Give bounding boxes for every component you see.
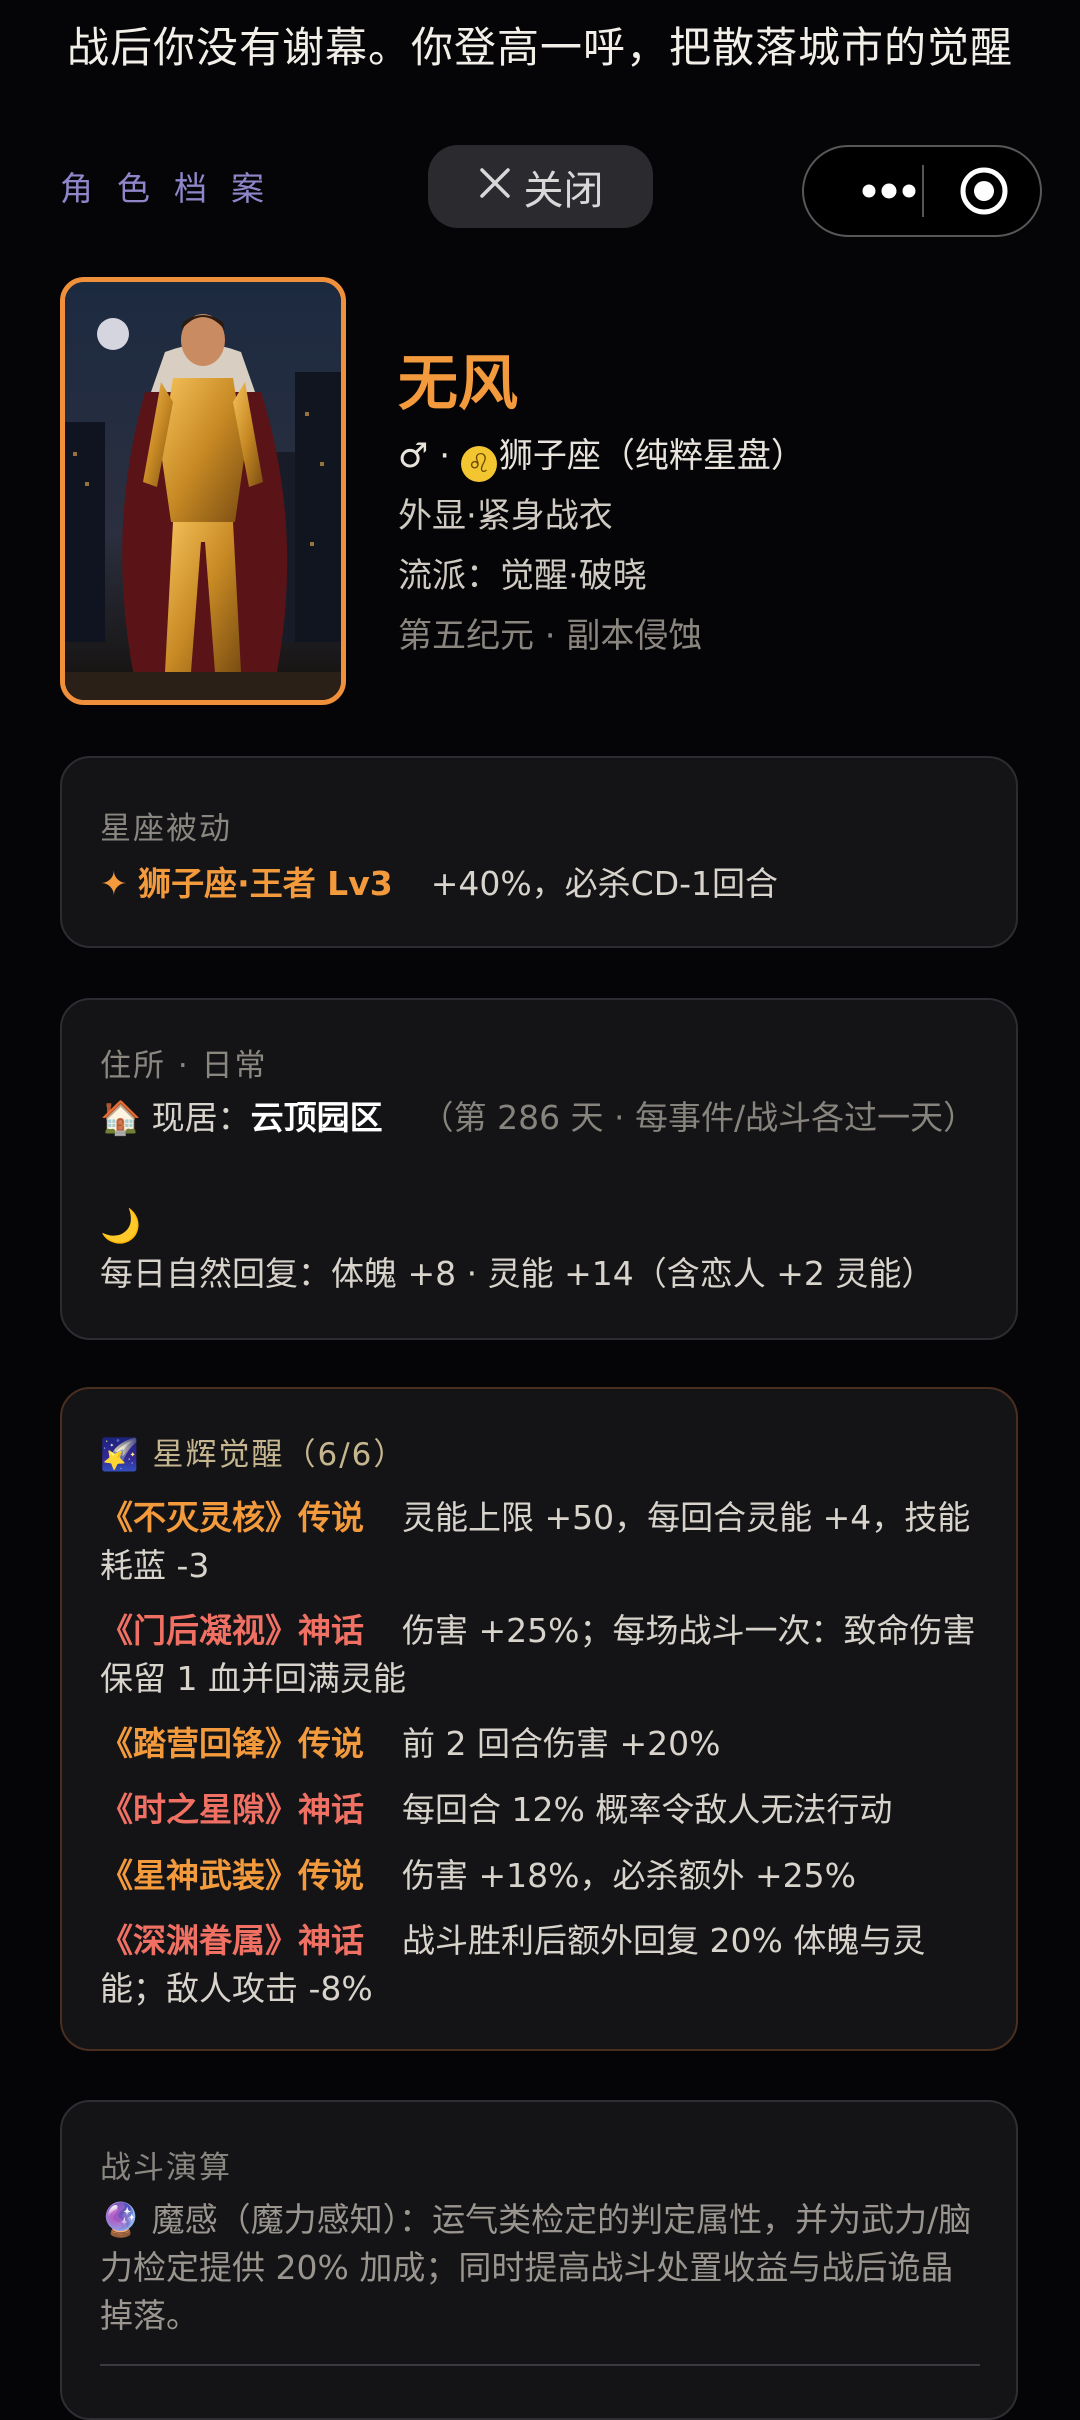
separator-dot: · [439, 436, 451, 476]
star-awakening-card: 🌠 星辉觉醒（6/6） 《不灭灵核》传说 灵能上限 +50，每回合灵能 +4，技能… [60, 1387, 1018, 2051]
recovery-row: 🌙 每日自然回复：体魄 +8 · 灵能 +14（含恋人 +2 灵能） [100, 1202, 980, 1298]
awakening-name: 《踏营回锋》传说 [100, 1724, 364, 1763]
appearance-line: 外显·紧身战衣 [398, 496, 613, 536]
divider [100, 2364, 980, 2366]
residence-row: 🏠 现居：云顶园区 （第 286 天 · 每事件/战斗各过一天） [100, 1094, 980, 1142]
era-line: 第五纪元 · 副本侵蚀 [398, 616, 703, 656]
section-label: 角色档案 [60, 169, 288, 208]
crystal-ball-icon: 🔮 [100, 2200, 142, 2239]
card-title: 住所 · 日常 [100, 1048, 268, 1084]
battle-text: 魔感（魔力感知）：运气类检定的判定属性，并为武力/脑力检定提供 20% 加成；同… [100, 2200, 972, 2335]
home-note: （第 286 天 · 每事件/战斗各过一天） [420, 1098, 977, 1137]
passive-row: ✦ 狮子座·王者 Lv3 +40%，必杀CD-1回合 [100, 860, 980, 908]
battle-desc: 🔮 魔感（魔力感知）：运气类检定的判定属性，并为武力/脑力检定提供 20% 加成… [100, 2196, 980, 2340]
school-line: 流派：觉醒·破晓 [398, 556, 647, 596]
awakening-effect: 前 2 回合伤害 +20% [402, 1724, 721, 1763]
awakening-name: 《不灭灵核》传说 [100, 1498, 364, 1537]
more-icon[interactable] [834, 147, 944, 235]
list-item: 《深渊眷属》神话 战斗胜利后额外回复 20% 体魄与灵能；敌人攻击 -8% [100, 1917, 980, 2013]
battle-calc-card: 战斗演算 🔮 魔感（魔力感知）：运气类检定的判定属性，并为武力/脑力检定提供 2… [60, 2100, 1018, 2420]
zodiac-text: 狮子座（纯粹星盘） [498, 436, 805, 476]
passive-skill-name: 狮子座·王者 Lv3 [138, 864, 393, 903]
passive-effect: +40%，必杀CD-1回合 [430, 864, 779, 903]
close-icon [478, 164, 512, 210]
close-button[interactable]: 关闭 [428, 145, 653, 228]
awakening-title: 星辉觉醒（6/6） [152, 1437, 407, 1473]
exit-target-icon[interactable] [939, 147, 1029, 235]
home-label: 现居： [151, 1098, 251, 1137]
awakening-effect: 伤害 +18%，必杀额外 +25% [402, 1856, 856, 1895]
awakening-name: 《星神武装》传说 [100, 1856, 364, 1895]
list-item: 《门后凝视》神话 伤害 +25%；每场战斗一次：致命伤害保留 1 血并回满灵能 [100, 1607, 980, 1703]
gender-zodiac-line: ♂ · ♌ 狮子座（纯粹星盘） [398, 428, 805, 482]
shooting-star-icon: 🌠 [100, 1437, 141, 1473]
house-icon: 🏠 [100, 1098, 142, 1137]
leo-zodiac-icon: ♌ [460, 446, 497, 482]
home-name: 云顶园区 [250, 1098, 383, 1137]
miniprogram-capsule [802, 145, 1042, 237]
capsule-divider [922, 165, 924, 217]
awakening-name: 《门后凝视》神话 [100, 1611, 364, 1650]
sparkle-icon: ✦ [100, 864, 128, 903]
list-item: 《踏营回锋》传说前 2 回合伤害 +20% [100, 1720, 980, 1768]
awakening-name: 《时之星隙》神话 [100, 1790, 364, 1829]
card-title: 战斗演算 [100, 2150, 232, 2186]
awakening-name: 《深渊眷属》神话 [100, 1921, 364, 1960]
recovery-text: 每日自然回复：体魄 +8 · 灵能 +14（含恋人 +2 灵能） [100, 1254, 935, 1293]
card-title: 🌠 星辉觉醒（6/6） [100, 1429, 406, 1474]
awakening-effect: 每回合 12% 概率令敌人无法行动 [402, 1790, 893, 1829]
story-text-line: 战后你没有谢幕。你登高一呼，把散落城市的觉醒 [66, 23, 1013, 72]
close-label: 关闭 [523, 167, 604, 214]
moon-icon: 🌙 [100, 1206, 142, 1245]
character-name: 无风 [398, 349, 518, 419]
zodiac-passive-card: 星座被动 ✦ 狮子座·王者 Lv3 +40%，必杀CD-1回合 [60, 756, 1018, 948]
residence-card: 住所 · 日常 🏠 现居：云顶园区 （第 286 天 · 每事件/战斗各过一天） … [60, 998, 1018, 1340]
list-item: 《时之星隙》神话 每回合 12% 概率令敌人无法行动 [100, 1786, 980, 1834]
list-item: 《星神武装》传说 伤害 +18%，必杀额外 +25% [100, 1852, 980, 1900]
list-item: 《不灭灵核》传说 灵能上限 +50，每回合灵能 +4，技能耗蓝 -3 [100, 1494, 980, 1590]
character-portrait [60, 277, 346, 705]
card-title: 星座被动 [100, 811, 232, 847]
gender-icon: ♂ [398, 436, 429, 476]
